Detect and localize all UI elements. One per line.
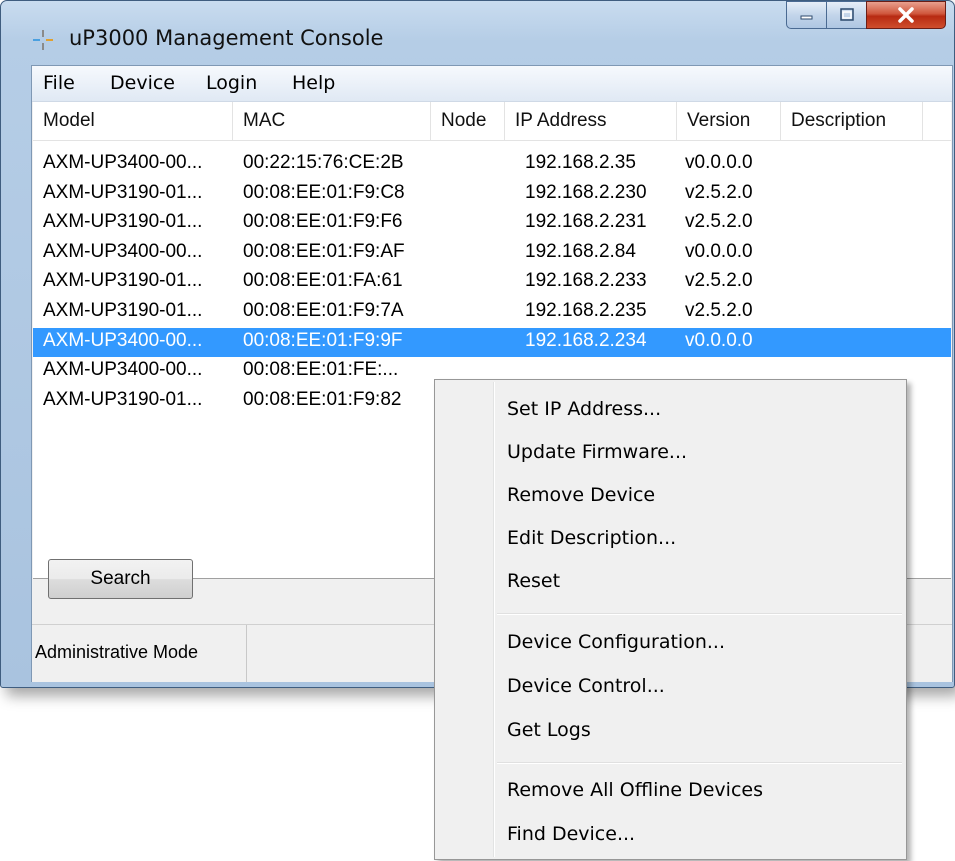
title-bar[interactable]: uP3000 Management Console — [1, 1, 954, 65]
maximize-icon — [839, 8, 854, 21]
app-sparkle-icon — [33, 30, 53, 50]
minimize-icon — [800, 15, 812, 20]
cell-model: AXM-UP3400-00... — [43, 359, 203, 381]
window-controls — [786, 1, 946, 29]
cell-model: AXM-UP3400-00... — [43, 329, 203, 351]
menu-gutter — [493, 382, 495, 857]
table-row[interactable]: AXM-UP3400-00... 00:22:15:76:CE:2B 192.168… — [33, 150, 951, 179]
cell-mac: 00:08:EE:01:F9:AF — [243, 240, 405, 262]
cell-model: AXM-UP3400-00... — [43, 240, 203, 262]
status-mode: Administrative Mode — [32, 625, 247, 682]
column-header-ip-address[interactable]: IP Address — [505, 102, 677, 140]
maximize-button[interactable] — [826, 1, 866, 29]
table-row-selected[interactable]: AXM-UP3400-00... 00:08:EE:01:F9:9F 192.168… — [33, 327, 951, 357]
context-menu: Set IP Address... Update Firmware... Rem… — [434, 379, 907, 860]
column-header-description[interactable]: Description — [781, 102, 923, 140]
cell-model: AXM-UP3190-01... — [43, 211, 203, 233]
cell-version: v0.0.0.0 — [685, 329, 753, 351]
table-row[interactable]: AXM-UP3190-01... 00:08:EE:01:F9:C8 192.168… — [33, 180, 951, 209]
list-header: Model MAC Node IP Address Version Descri… — [33, 102, 951, 141]
cell-mac: 00:08:EE:01:F9:C8 — [243, 181, 405, 203]
cell-model: AXM-UP3400-00... — [43, 152, 203, 173]
menu-login[interactable]: Login — [206, 72, 257, 94]
menu-item-set-ip-address[interactable]: Set IP Address... — [507, 398, 661, 420]
cell-mac: 00:08:EE:01:F9:7A — [243, 300, 404, 321]
cell-model: AXM-UP3190-01... — [43, 300, 203, 321]
cell-ip: 192.168.2.231 — [525, 211, 647, 233]
menu-item-remove-device[interactable]: Remove Device — [507, 484, 655, 506]
cell-ip: 192.168.2.234 — [525, 329, 647, 351]
cell-mac: 00:08:EE:01:F9:9F — [243, 329, 403, 351]
cell-mac: 00:08:EE:01:FA:61 — [243, 270, 403, 292]
close-button[interactable] — [866, 1, 946, 29]
cell-version: v0.0.0.0 — [685, 152, 753, 173]
menu-separator — [497, 613, 902, 615]
menu-file[interactable]: File — [43, 72, 75, 94]
menu-help[interactable]: Help — [292, 72, 335, 94]
menu-bar: File Device Login Help — [32, 66, 952, 102]
table-row[interactable]: AXM-UP3190-01... 00:08:EE:01:F9:F6 192.168… — [33, 209, 951, 238]
cell-model: AXM-UP3190-01... — [43, 270, 203, 292]
cell-ip: 192.168.2.84 — [525, 240, 636, 262]
table-row[interactable]: AXM-UP3190-01... 00:08:EE:01:F9:7A 192.168… — [33, 298, 951, 327]
menu-item-update-firmware[interactable]: Update Firmware... — [507, 441, 687, 463]
close-icon — [898, 7, 914, 23]
cell-ip: 192.168.2.235 — [525, 300, 647, 321]
cell-mac: 00:08:EE:01:F9:82 — [243, 388, 402, 410]
menu-item-get-logs[interactable]: Get Logs — [507, 719, 591, 741]
column-header-model[interactable]: Model — [33, 102, 233, 140]
cell-version: v2.5.2.0 — [685, 211, 753, 233]
cell-ip: 192.168.2.233 — [525, 270, 647, 292]
cell-model: AXM-UP3190-01... — [43, 388, 203, 410]
column-header-mac[interactable]: MAC — [233, 102, 431, 140]
menu-separator — [497, 762, 902, 764]
table-row[interactable]: AXM-UP3400-00... 00:08:EE:01:F9:AF 192.168… — [33, 239, 951, 268]
menu-item-find-device[interactable]: Find Device... — [507, 823, 635, 845]
cell-version: v0.0.0.0 — [685, 240, 753, 262]
search-button[interactable]: Search — [48, 559, 193, 599]
cell-version: v2.5.2.0 — [685, 181, 753, 203]
cell-mac: 00:08:EE:01:F9:F6 — [243, 211, 403, 233]
cell-model: AXM-UP3190-01... — [43, 181, 203, 203]
column-header-version[interactable]: Version — [677, 102, 781, 140]
minimize-button[interactable] — [786, 1, 826, 29]
menu-item-reset[interactable]: Reset — [507, 570, 560, 592]
menu-item-device-control[interactable]: Device Control... — [507, 675, 665, 697]
menu-item-remove-all-offline-devices[interactable]: Remove All Offline Devices — [507, 779, 763, 801]
window-title: uP3000 Management Console — [69, 26, 384, 50]
table-row[interactable]: AXM-UP3190-01... 00:08:EE:01:FA:61 192.168… — [33, 268, 951, 297]
cell-version: v2.5.2.0 — [685, 300, 753, 321]
cell-version: v2.5.2.0 — [685, 270, 753, 292]
column-header-node[interactable]: Node — [431, 102, 505, 140]
cell-ip: 192.168.2.35 — [525, 152, 636, 173]
menu-item-device-configuration[interactable]: Device Configuration... — [507, 631, 725, 653]
cell-mac: 00:22:15:76:CE:2B — [243, 152, 404, 173]
cell-mac: 00:08:EE:01:FE:... — [243, 359, 399, 381]
menu-item-edit-description[interactable]: Edit Description... — [507, 527, 676, 549]
menu-device[interactable]: Device — [110, 72, 175, 94]
cell-ip: 192.168.2.230 — [525, 181, 647, 203]
